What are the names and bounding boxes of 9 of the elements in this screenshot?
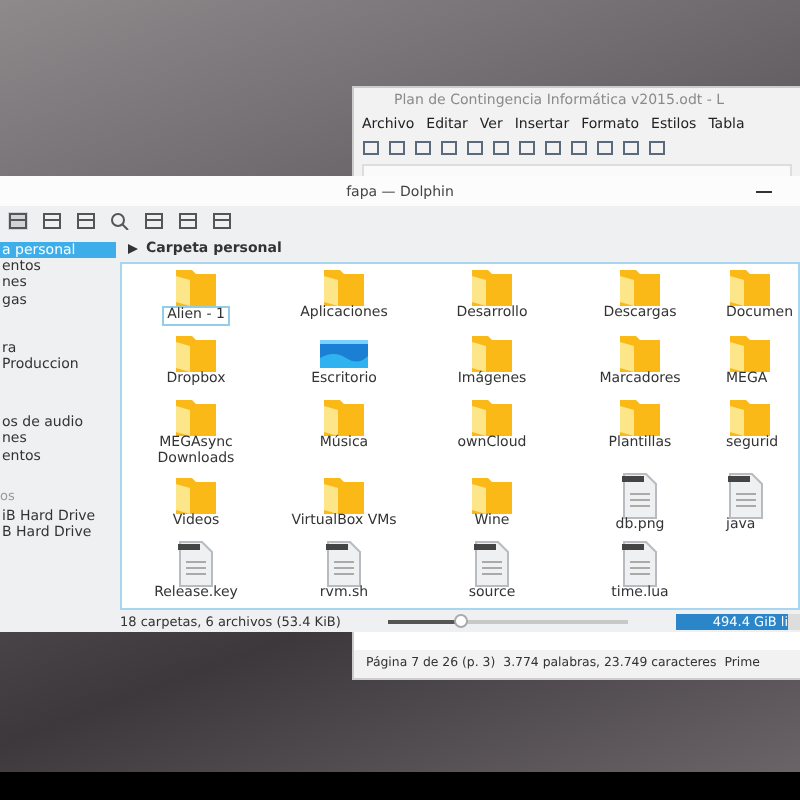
- folder-icon[interactable]: [726, 330, 774, 375]
- triangle-icon[interactable]: [128, 243, 138, 253]
- document-icon[interactable]: [726, 472, 766, 521]
- search-icon[interactable]: [110, 211, 130, 229]
- document-icon[interactable]: [472, 539, 512, 588]
- document-icon[interactable]: [176, 539, 216, 588]
- document-icon[interactable]: [620, 472, 660, 521]
- document-icon[interactable]: [620, 539, 660, 588]
- document-icon[interactable]: [324, 539, 364, 588]
